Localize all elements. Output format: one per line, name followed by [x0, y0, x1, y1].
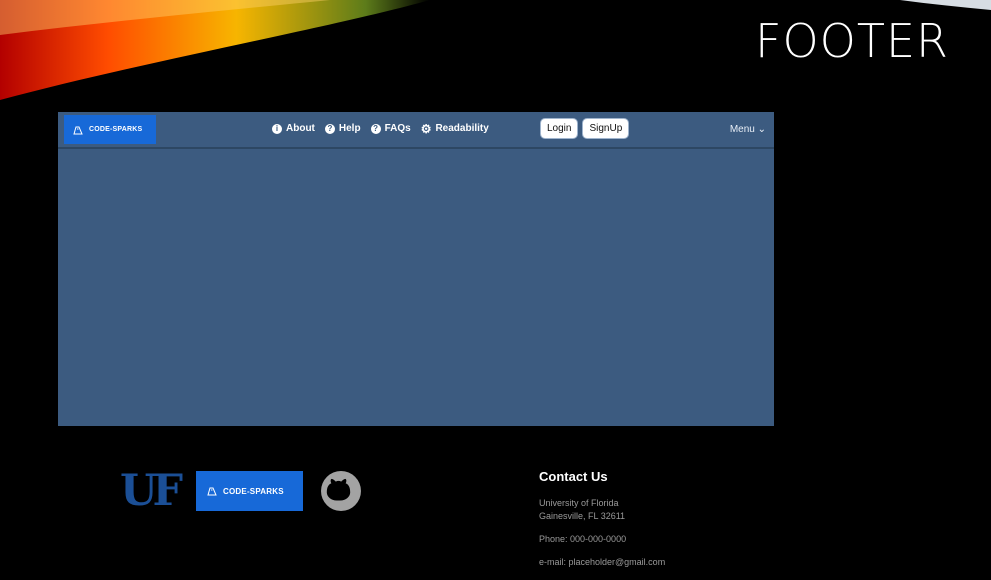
nav-help[interactable]: ? Help — [324, 123, 361, 134]
menu-dropdown[interactable]: Menu ⌄ — [730, 124, 766, 135]
uf-logo[interactable]: UF — [120, 466, 183, 516]
navbar: CODE-SPARKS i About ? Help ? FAQs ⚙ Read… — [58, 112, 774, 149]
brand-logo[interactable]: CODE-SPARKS — [64, 115, 156, 144]
footer-brand-text: CODE-SPARKS — [223, 486, 284, 496]
address-line-1: University of Florida — [539, 498, 619, 508]
menu-label: Menu — [729, 124, 755, 135]
footer-logos: UF CODE-SPARKS — [120, 466, 362, 516]
app-preview: CODE-SPARKS i About ? Help ? FAQs ⚙ Read… — [58, 112, 774, 426]
nav-about[interactable]: i About — [272, 123, 315, 134]
nav-links: i About ? Help ? FAQs ⚙ Readability — [272, 121, 489, 136]
contact-section: Contact Us University of Florida Gainesv… — [539, 469, 665, 579]
gears-icon: ⚙ — [420, 121, 432, 136]
slide-title: FOOTER — [755, 14, 949, 68]
code-sparks-logo-icon — [207, 487, 217, 496]
auth-buttons: Login SignUp — [540, 118, 630, 139]
info-icon: i — [272, 123, 282, 134]
signup-button[interactable]: SignUp — [582, 118, 630, 139]
code-sparks-logo-icon — [73, 126, 83, 134]
address-line-2: Gainesville, FL 32611 — [539, 511, 626, 521]
question-icon: ? — [370, 123, 381, 134]
chevron-down-icon: ⌄ — [757, 124, 766, 135]
nav-about-label: About — [286, 123, 315, 134]
nav-help-label: Help — [338, 123, 361, 134]
github-icon[interactable] — [321, 471, 362, 511]
nav-readability-label: Readability — [435, 123, 489, 134]
contact-phone: Phone: 000-000-0000 — [539, 534, 627, 544]
nav-faqs[interactable]: ? FAQs — [370, 123, 411, 134]
contact-title: Contact Us — [539, 469, 608, 484]
login-button[interactable]: Login — [540, 118, 579, 139]
contact-email[interactable]: e-mail: placeholder@gmail.com — [539, 556, 665, 569]
question-icon: ? — [324, 123, 335, 134]
brand-text: CODE-SPARKS — [89, 126, 143, 133]
nav-readability[interactable]: ⚙ Readability — [420, 121, 489, 136]
contact-address: University of Florida Gainesville, FL 32… — [539, 497, 665, 523]
footer-brand-logo[interactable]: CODE-SPARKS — [196, 471, 304, 511]
nav-faqs-label: FAQs — [384, 123, 411, 134]
